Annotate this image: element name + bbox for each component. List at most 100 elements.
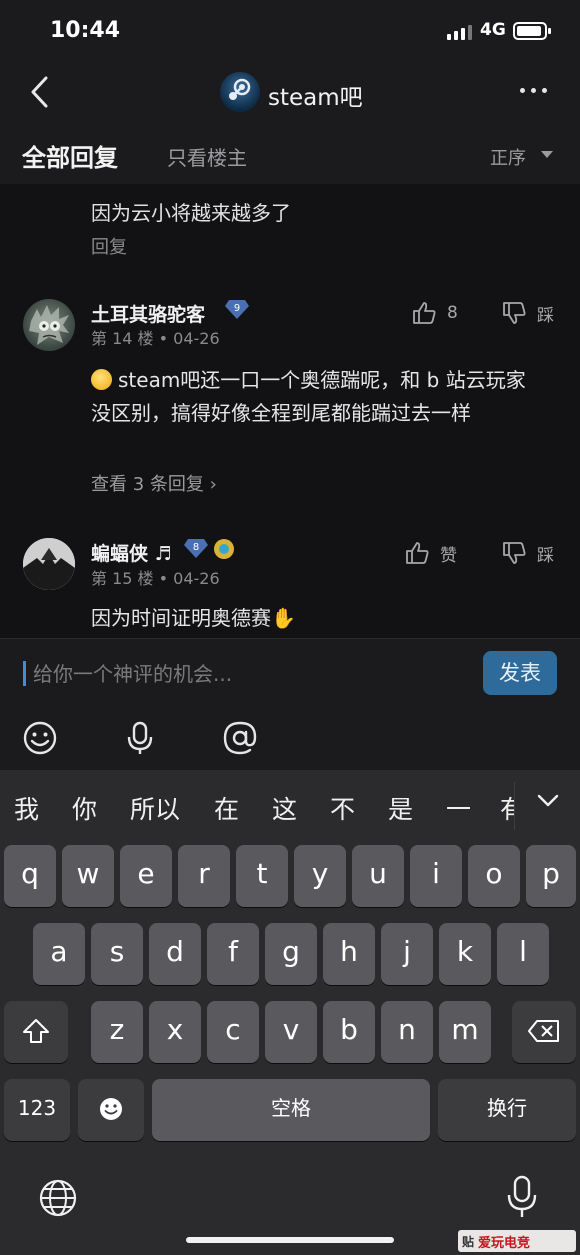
key-u[interactable]: u: [352, 845, 404, 907]
shift-key[interactable]: [4, 1001, 68, 1063]
candidate-word[interactable]: 我: [14, 790, 39, 826]
user-avatar-image: [29, 305, 69, 345]
like-button[interactable]: 8: [411, 300, 458, 326]
previous-comment-text: 因为云小将越来越多了: [91, 201, 291, 225]
key-e[interactable]: e: [120, 845, 172, 907]
key-j[interactable]: j: [381, 923, 433, 985]
username[interactable]: 土耳其骆驼客: [91, 300, 205, 327]
back-icon[interactable]: [26, 72, 56, 112]
candidate-word[interactable]: 在: [214, 790, 239, 826]
home-indicator[interactable]: [186, 1237, 394, 1243]
key-l[interactable]: l: [497, 923, 549, 985]
watermark: 贴 爱玩电竞: [458, 1230, 576, 1252]
candidate-word[interactable]: 这: [272, 790, 297, 826]
candidate-word[interactable]: 所以: [130, 790, 180, 826]
dislike-button[interactable]: 踩: [501, 540, 554, 566]
tab-all-replies[interactable]: 全部回复: [22, 138, 118, 173]
candidate-word[interactable]: 不: [330, 790, 355, 826]
avatar[interactable]: [23, 299, 75, 351]
key-c[interactable]: c: [207, 1001, 259, 1063]
steam-logo-icon: [229, 78, 251, 100]
dislike-button[interactable]: 踩: [501, 300, 554, 326]
key-o[interactable]: o: [468, 845, 520, 907]
key-x[interactable]: x: [149, 1001, 201, 1063]
signal-icon: [447, 24, 472, 40]
like-count: 8: [447, 303, 458, 323]
key-g[interactable]: g: [265, 923, 317, 985]
svg-text:8: 8: [193, 542, 199, 553]
status-time: 10:44: [50, 18, 121, 43]
tab-owner-only[interactable]: 只看楼主: [167, 142, 247, 171]
divider: [514, 782, 515, 830]
keyboard: 我 你 所以 在 这 不 是 一 有 q w e r t y u i o p a…: [0, 770, 580, 1255]
mention-icon[interactable]: [221, 719, 259, 757]
key-i[interactable]: i: [410, 845, 462, 907]
key-y[interactable]: y: [294, 845, 346, 907]
forum-title[interactable]: steam吧: [268, 78, 363, 112]
post-date: 04-26: [173, 329, 220, 348]
key-v[interactable]: v: [265, 1001, 317, 1063]
watermark-tile: 贴: [462, 1234, 475, 1249]
return-key[interactable]: 换行: [438, 1079, 576, 1141]
more-icon[interactable]: [520, 88, 560, 98]
key-n[interactable]: n: [381, 1001, 433, 1063]
comment-text: steam吧还一口一个奥德踹呢，和 b 站云玩家没区别，搞得好像全程到尾都能踹过…: [91, 368, 526, 425]
key-b[interactable]: b: [323, 1001, 375, 1063]
order-selector[interactable]: 正序: [490, 144, 526, 170]
dislike-label: 踩: [537, 305, 554, 326]
key-z[interactable]: z: [91, 1001, 143, 1063]
numbers-key[interactable]: 123: [4, 1079, 70, 1141]
smile-emoji-icon: [91, 369, 112, 390]
key-r[interactable]: r: [178, 845, 230, 907]
key-a[interactable]: a: [33, 923, 85, 985]
globe-icon[interactable]: [38, 1178, 78, 1218]
level-badge-icon: 8: [184, 539, 208, 558]
floor-number: 第 14 楼: [91, 329, 154, 348]
dictation-microphone-icon[interactable]: [505, 1174, 539, 1220]
watermark-logo: 爱玩电竞: [478, 1235, 531, 1251]
dislike-label: 踩: [537, 545, 554, 566]
network-type: 4G: [480, 20, 506, 40]
key-m[interactable]: m: [439, 1001, 491, 1063]
like-label: 赞: [440, 545, 457, 566]
post-date: 04-26: [173, 569, 220, 588]
publish-button[interactable]: 发表: [483, 651, 557, 695]
key-d[interactable]: d: [149, 923, 201, 985]
emoji-icon[interactable]: [21, 719, 59, 757]
shift-icon: [23, 1019, 49, 1043]
like-button[interactable]: 赞: [404, 540, 457, 566]
batman-avatar-image: [23, 538, 75, 590]
space-key[interactable]: 空格: [152, 1079, 430, 1141]
candidate-word[interactable]: 你: [72, 790, 97, 826]
thumbs-down-icon: [503, 542, 526, 564]
delete-key[interactable]: [512, 1001, 576, 1063]
username[interactable]: 蝙蝠侠 ♬: [91, 539, 172, 566]
candidate-word[interactable]: 是: [388, 790, 413, 826]
key-h[interactable]: h: [323, 923, 375, 985]
key-f[interactable]: f: [207, 923, 259, 985]
emoji-key[interactable]: [78, 1079, 144, 1141]
candidate-word[interactable]: 有: [500, 790, 514, 826]
emoji-icon: [100, 1098, 122, 1120]
chevron-down-icon[interactable]: [537, 794, 559, 808]
key-w[interactable]: w: [62, 845, 114, 907]
backspace-icon: [528, 1020, 559, 1042]
svg-text:9: 9: [234, 303, 240, 314]
microphone-icon[interactable]: [121, 719, 159, 757]
key-k[interactable]: k: [439, 923, 491, 985]
filter-bar: 全部回复 只看楼主 正序: [0, 124, 580, 184]
text-cursor: [23, 661, 26, 686]
key-t[interactable]: t: [236, 845, 288, 907]
key-p[interactable]: p: [526, 845, 576, 907]
reply-button[interactable]: 回复: [91, 233, 127, 259]
avatar[interactable]: [23, 538, 75, 590]
comment-input[interactable]: [33, 657, 463, 691]
key-q[interactable]: q: [4, 845, 56, 907]
key-s[interactable]: s: [91, 923, 143, 985]
view-replies-link[interactable]: 查看 3 条回复 ›: [91, 470, 217, 496]
forum-avatar[interactable]: [220, 72, 260, 112]
chevron-down-icon[interactable]: [541, 151, 553, 158]
thumbs-down-icon: [503, 302, 526, 324]
battery-icon: [513, 22, 551, 40]
candidate-word[interactable]: 一: [446, 790, 471, 826]
